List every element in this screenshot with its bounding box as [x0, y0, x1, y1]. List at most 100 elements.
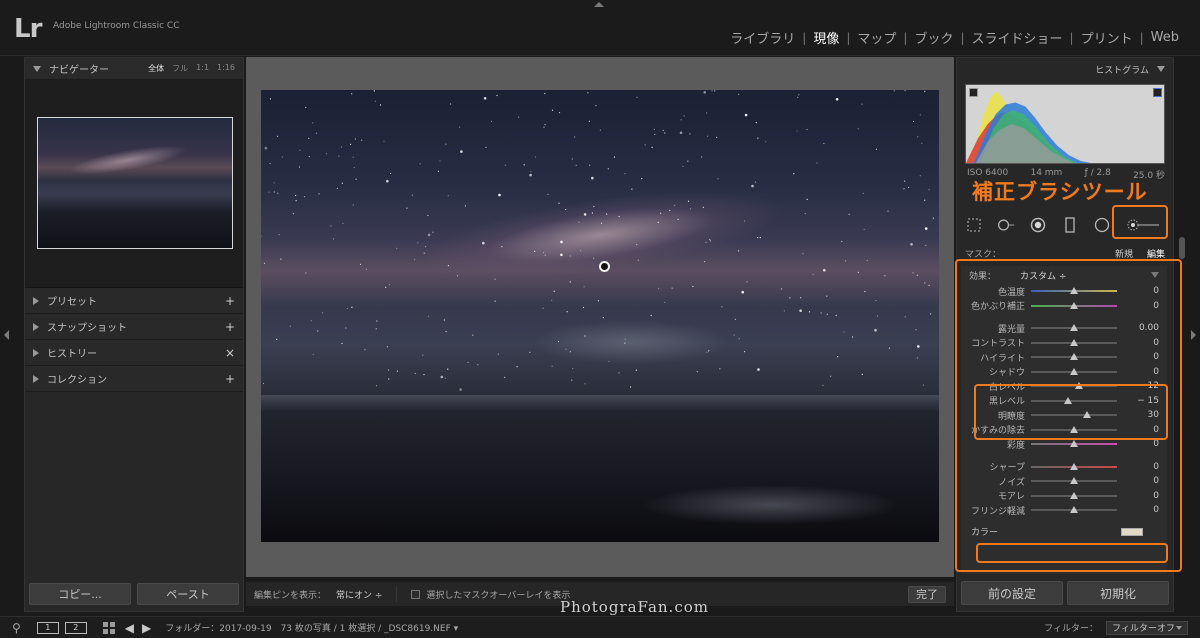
panel-section-action-icon[interactable]: × — [225, 346, 235, 360]
shadow-clipping-icon[interactable] — [969, 88, 978, 97]
slider-value[interactable]: 0 — [1117, 352, 1159, 362]
panel-section[interactable]: コレクション + — [25, 366, 243, 392]
second-monitor-button[interactable]: 2 — [64, 621, 87, 634]
copy-button[interactable]: コピー... — [29, 583, 131, 605]
red-eye-icon[interactable] — [1029, 216, 1047, 234]
slider-value[interactable]: 0 — [1117, 505, 1159, 515]
module-tab[interactable]: ブック — [907, 28, 960, 47]
slider-track[interactable] — [1031, 462, 1117, 470]
slider-value[interactable]: 0 — [1117, 491, 1159, 501]
mask-edit-button[interactable]: 編集 — [1147, 247, 1165, 260]
slider-thumb-icon[interactable] — [1070, 353, 1078, 361]
navigator-thumbnail[interactable] — [37, 117, 233, 249]
slider-value[interactable]: 0 — [1117, 338, 1159, 348]
navigator-zoom-option[interactable]: 全体 — [148, 63, 164, 74]
panel-section-action-icon[interactable]: + — [225, 320, 235, 334]
module-tab[interactable]: マップ — [850, 28, 903, 47]
panel-section-action-icon[interactable]: + — [225, 372, 235, 386]
graduated-filter-icon[interactable] — [1061, 216, 1079, 234]
mask-overlay-checkbox[interactable] — [411, 589, 421, 599]
panel-section[interactable]: ヒストリー × — [25, 340, 243, 366]
slider-thumb-icon[interactable] — [1075, 382, 1084, 390]
reset-button[interactable]: 初期化 — [1067, 581, 1169, 605]
slider-value[interactable]: 12 — [1117, 381, 1159, 391]
collapse-right-arrow-icon[interactable] — [1191, 330, 1196, 340]
module-tab[interactable]: スライドショー — [965, 28, 1070, 47]
slider-track[interactable] — [1031, 353, 1117, 361]
filter-select[interactable]: フィルターオフ — [1106, 620, 1188, 635]
slider-thumb-icon[interactable] — [1070, 301, 1078, 309]
slider-value[interactable]: 0.00 — [1117, 323, 1159, 333]
slider-track[interactable] — [1031, 491, 1117, 499]
navigator-zoom-option[interactable]: フル — [172, 63, 188, 74]
slider-thumb-icon[interactable] — [1070, 425, 1078, 433]
slider-thumb-icon[interactable] — [1070, 440, 1078, 448]
slider-thumb-icon[interactable] — [1070, 462, 1078, 470]
mask-new-button[interactable]: 新規 — [1115, 247, 1133, 260]
slider-value[interactable]: 0 — [1117, 476, 1159, 486]
panel-section[interactable]: スナップショット + — [25, 314, 243, 340]
right-panel-scrollbar[interactable] — [1179, 237, 1185, 259]
slider-thumb-icon[interactable] — [1070, 338, 1078, 346]
slider-thumb-icon[interactable] — [1070, 491, 1078, 499]
slider-value[interactable]: 0 — [1117, 286, 1159, 296]
slider-value[interactable]: 0 — [1117, 425, 1159, 435]
collapse-top-arrow-icon[interactable] — [594, 2, 604, 7]
slider-thumb-icon[interactable] — [1070, 367, 1078, 375]
slider-thumb-icon[interactable] — [1070, 287, 1078, 295]
back-arrow-icon[interactable]: ◀ — [125, 621, 134, 635]
effect-select[interactable]: カスタム ÷ — [1020, 269, 1066, 282]
show-pins-select[interactable]: 常にオン ÷ — [336, 588, 382, 601]
navigator-zoom-option[interactable]: 1:16 — [217, 63, 235, 74]
slider-track[interactable] — [1031, 382, 1117, 390]
collapse-left-arrow-icon[interactable] — [4, 330, 9, 340]
slider-value[interactable]: 0 — [1117, 301, 1159, 311]
slider-thumb-icon[interactable] — [1063, 396, 1072, 404]
slider-track[interactable] — [1031, 396, 1117, 404]
adjustment-brush-icon[interactable] — [1125, 216, 1161, 234]
identity-plate-icon[interactable]: ⚲ — [12, 621, 21, 635]
edit-pin-icon[interactable] — [599, 261, 610, 272]
paste-button[interactable]: ペースト — [137, 583, 239, 605]
slider-value[interactable]: 0 — [1117, 462, 1159, 472]
grid-view-icon[interactable] — [102, 621, 115, 634]
spot-removal-icon[interactable] — [997, 216, 1015, 234]
slider-track[interactable] — [1031, 301, 1117, 309]
module-tab[interactable]: 現像 — [806, 28, 846, 47]
module-tab[interactable]: ライブラリ — [723, 28, 802, 47]
slider-value[interactable]: 30 — [1117, 410, 1159, 420]
color-swatch[interactable] — [1121, 527, 1143, 536]
module-tab[interactable]: Web — [1144, 30, 1186, 45]
histogram[interactable] — [965, 84, 1165, 164]
radial-filter-icon[interactable] — [1093, 216, 1111, 234]
main-monitor-button[interactable]: 1 — [36, 621, 59, 634]
previous-settings-button[interactable]: 前の設定 — [961, 581, 1063, 605]
panel-section-action-icon[interactable]: + — [225, 294, 235, 308]
slider-track[interactable] — [1031, 411, 1117, 419]
slider-track[interactable] — [1031, 338, 1117, 346]
slider-value[interactable]: 0 — [1117, 367, 1159, 377]
slider-track[interactable] — [1031, 506, 1117, 514]
folder-info[interactable]: フォルダー：2017-09-19 73 枚の写真 / 1 枚選択 / _DSC8… — [165, 621, 458, 634]
slider-track[interactable] — [1031, 324, 1117, 332]
forward-arrow-icon[interactable]: ▶ — [142, 621, 151, 635]
slider-track[interactable] — [1031, 477, 1117, 485]
milky-way-photo[interactable] — [261, 90, 939, 542]
panel-section[interactable]: プリセット + — [25, 288, 243, 314]
slider-track[interactable] — [1031, 425, 1117, 433]
navigator-header[interactable]: ナビゲーター 全体 フル 1:1 1:16 — [25, 58, 243, 80]
collapse-effect-icon[interactable] — [1151, 272, 1159, 278]
module-tab[interactable]: プリント — [1074, 28, 1140, 47]
crop-icon[interactable] — [965, 216, 983, 234]
navigator-zoom-option[interactable]: 1:1 — [196, 63, 209, 74]
slider-track[interactable] — [1031, 440, 1117, 448]
slider-track[interactable] — [1031, 287, 1117, 295]
slider-thumb-icon[interactable] — [1082, 411, 1091, 419]
done-button[interactable]: 完了 — [908, 585, 946, 603]
highlight-clipping-icon[interactable] — [1153, 88, 1162, 97]
slider-thumb-icon[interactable] — [1070, 506, 1078, 514]
slider-thumb-icon[interactable] — [1070, 324, 1078, 332]
slider-thumb-icon[interactable] — [1070, 477, 1078, 485]
slider-track[interactable] — [1031, 367, 1117, 375]
slider-value[interactable]: − 15 — [1117, 396, 1159, 406]
